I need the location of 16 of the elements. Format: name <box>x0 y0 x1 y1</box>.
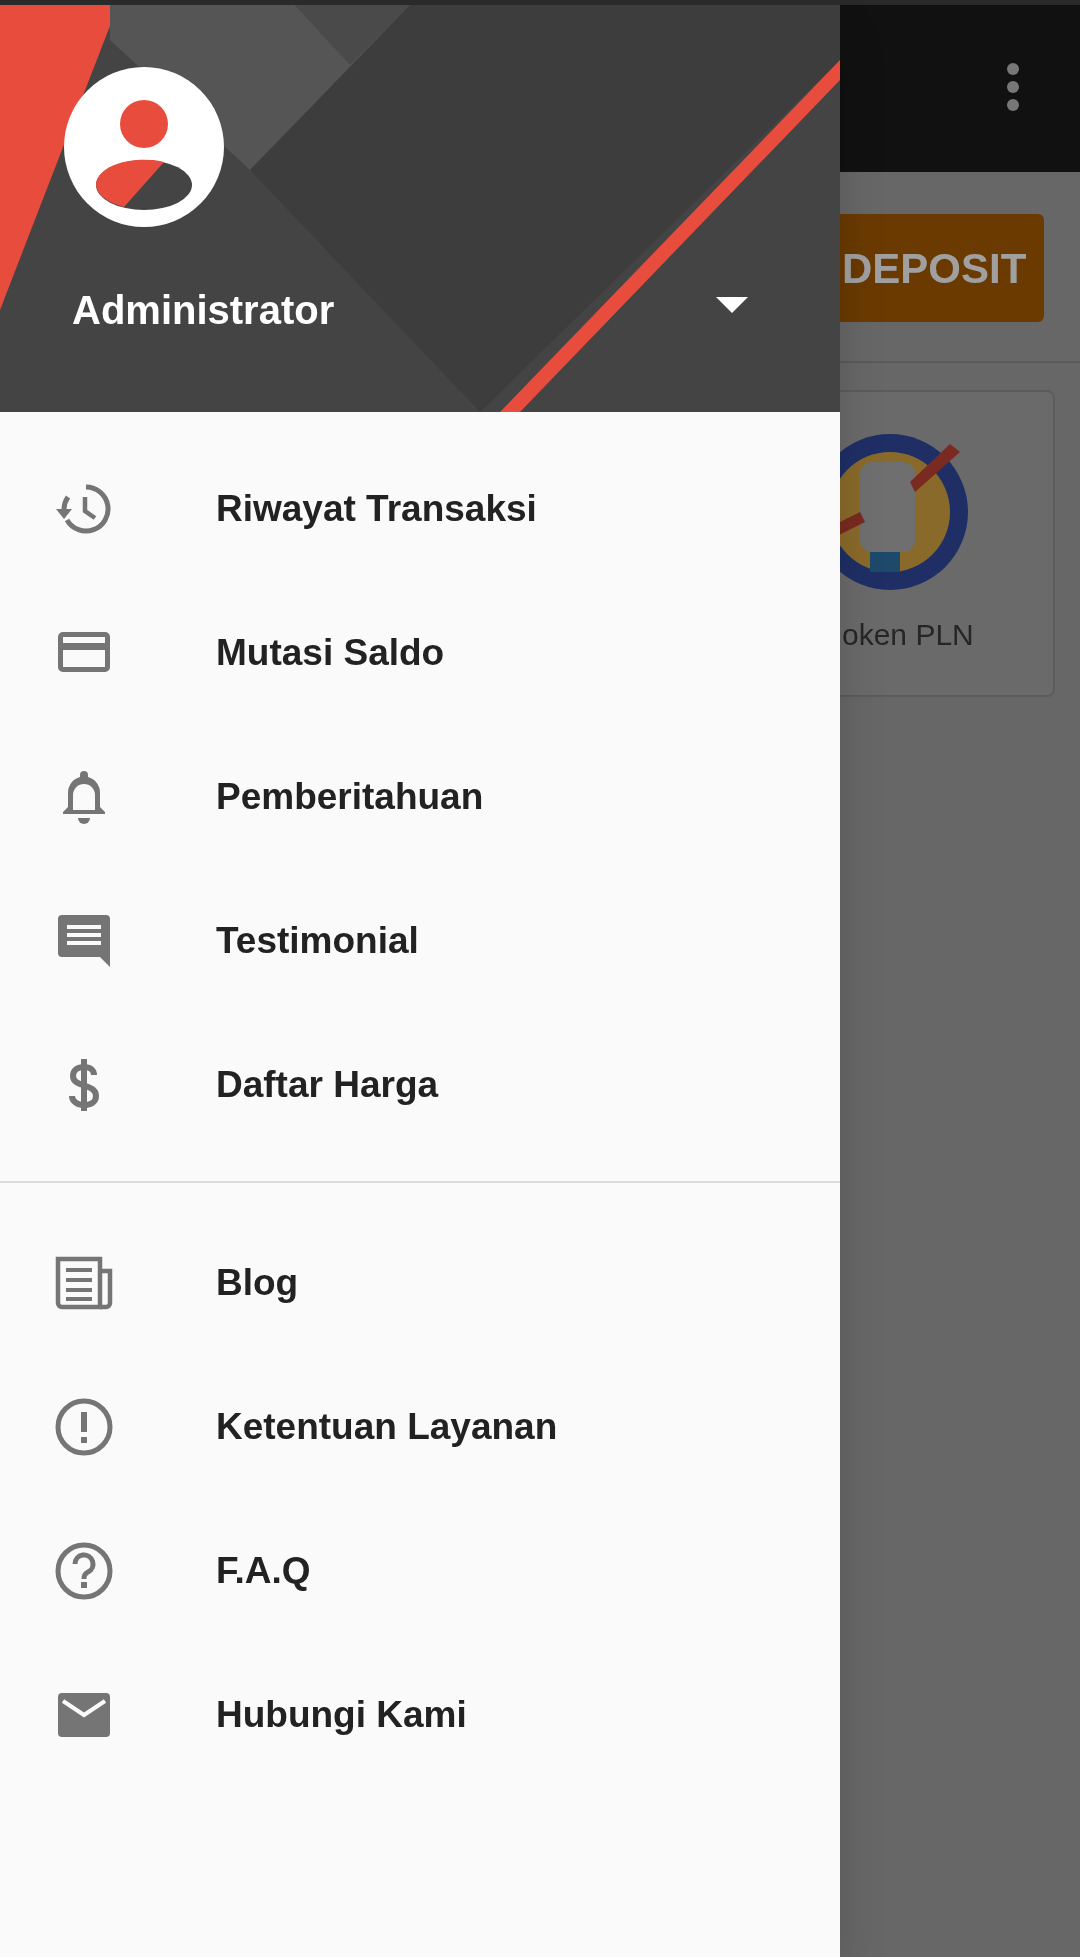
account-name: Administrator <box>72 287 335 334</box>
product-label: oken PLN <box>842 617 974 653</box>
menu-item[interactable]: Hubungi Kami <box>0 1643 840 1787</box>
menu-item[interactable]: F.A.Q <box>0 1499 840 1643</box>
menu-item[interactable]: Blog <box>0 1211 840 1355</box>
exclamation-circle-icon <box>54 1397 114 1457</box>
menu-item[interactable]: Pemberitahuan <box>0 725 840 869</box>
avatar-icon <box>64 67 224 227</box>
dropdown-icon[interactable] <box>716 297 748 313</box>
menu-item[interactable]: Testimonial <box>0 869 840 1013</box>
menu-item[interactable]: Riwayat Transaksi <box>0 437 840 581</box>
deposit-button[interactable]: DEPOSIT <box>840 214 1044 322</box>
menu-item[interactable]: Mutasi Saldo <box>0 581 840 725</box>
menu-item[interactable]: Daftar Harga <box>0 1013 840 1157</box>
menu-item[interactable]: Ketentuan Layanan <box>0 1355 840 1499</box>
help-icon <box>54 1541 114 1601</box>
